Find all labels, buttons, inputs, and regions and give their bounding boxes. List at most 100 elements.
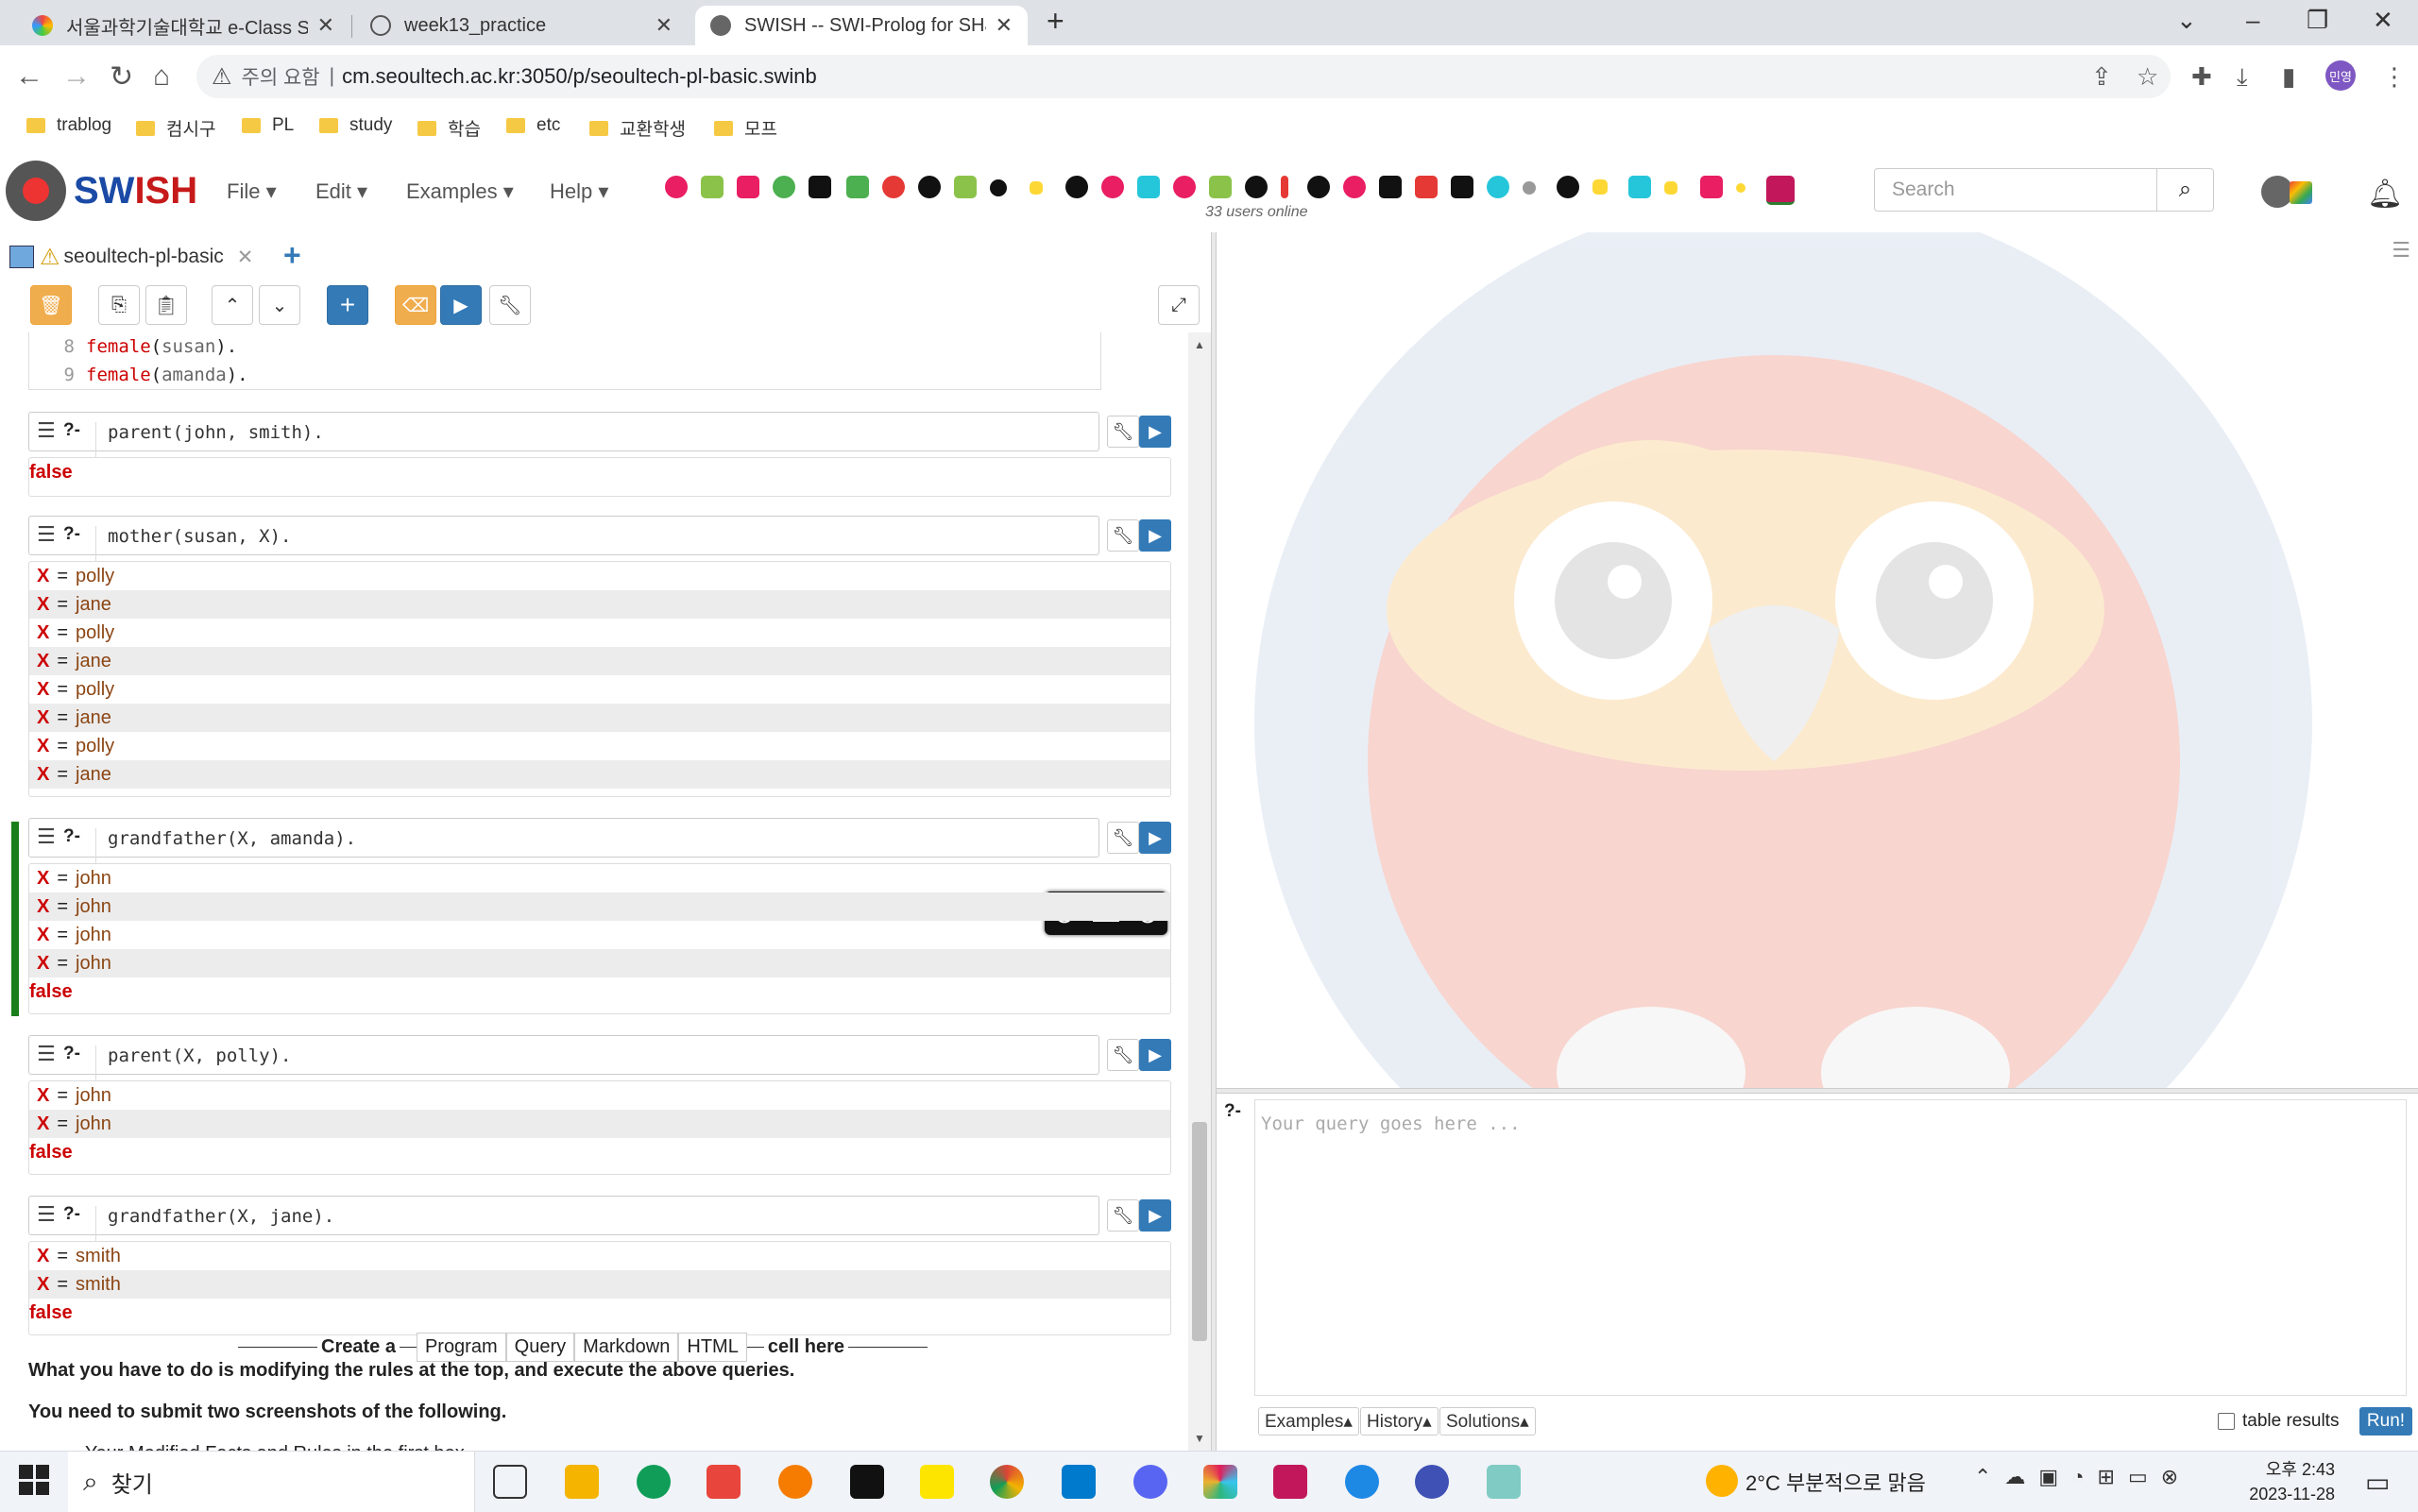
query-code[interactable]: grandfather(X, amanda). <box>95 828 1097 864</box>
vscode-icon[interactable] <box>1062 1465 1096 1499</box>
table-results-toggle[interactable]: table results <box>2218 1411 2339 1432</box>
user-avatar[interactable] <box>665 176 688 198</box>
kakaotalk-icon[interactable] <box>920 1465 954 1499</box>
tab-search-chevron-icon[interactable]: ⌄ <box>2176 6 2197 35</box>
menu-help[interactable]: Help ▾ <box>550 179 608 204</box>
user-avatar[interactable] <box>1245 176 1268 198</box>
add-tab-plus-icon[interactable]: + <box>283 238 301 273</box>
query-settings-wrench-icon[interactable]: 🔧︎ <box>1107 1039 1139 1071</box>
user-avatar[interactable] <box>1307 176 1330 198</box>
slack-icon[interactable] <box>1203 1465 1237 1499</box>
run-query-play-icon[interactable]: ▶ <box>1139 416 1171 448</box>
user-avatar[interactable] <box>846 176 869 198</box>
notepad-icon[interactable] <box>1487 1465 1521 1499</box>
clear-eraser-icon[interactable]: ⌫ <box>395 285 436 325</box>
edge-icon[interactable] <box>637 1465 671 1499</box>
cell-menu-hamburger-icon[interactable]: ☰ <box>37 1202 56 1227</box>
run-query-play-icon[interactable]: ▶ <box>1139 1199 1171 1232</box>
create-query-cell-button[interactable]: Query <box>505 1332 575 1362</box>
menu-examples[interactable]: Examples ▾ <box>406 179 514 204</box>
bookmark-folder[interactable]: 교환학생 <box>589 115 686 141</box>
close-window-icon[interactable]: ✕ <box>2373 6 2393 35</box>
close-tab-icon[interactable]: ✕ <box>237 246 254 269</box>
bookmark-folder[interactable]: 컴시구 <box>136 115 215 141</box>
run-query-play-icon[interactable]: ▶ <box>1139 1039 1171 1071</box>
create-markdown-cell-button[interactable]: Markdown <box>574 1332 679 1362</box>
move-up-chevron-icon[interactable]: ⌃ <box>212 285 253 325</box>
app-store-icon[interactable] <box>1345 1465 1379 1499</box>
address-bar[interactable]: ⚠ 주의 요함 | cm.seoultech.ac.kr:3050/p/seou… <box>196 55 2171 98</box>
run-query-play-icon[interactable]: ▶ <box>1139 519 1171 552</box>
query-code[interactable]: parent(X, polly). <box>95 1045 1097 1081</box>
reload-icon[interactable]: ↻ <box>110 60 133 93</box>
query-code[interactable]: mother(susan, X). <box>95 526 1097 562</box>
chrome-icon[interactable] <box>990 1465 1024 1499</box>
bookmark-folder[interactable]: 모프 <box>714 115 777 141</box>
paste-cell-icon[interactable]: 📋︎ <box>145 285 187 325</box>
user-avatar[interactable] <box>1030 181 1043 195</box>
windows-start-icon[interactable] <box>19 1465 49 1495</box>
intellij-icon[interactable] <box>1273 1465 1307 1499</box>
user-avatar[interactable] <box>1766 176 1795 205</box>
query-settings-wrench-icon[interactable]: 🔧︎ <box>1107 519 1139 552</box>
url-text[interactable]: cm.seoultech.ac.kr:3050/p/seoultech-pl-b… <box>342 64 817 89</box>
taskbar-search[interactable]: ⌕ 찾기 <box>68 1452 475 1512</box>
query-cell-header[interactable]: ☰ ?- mother(susan, X). <box>28 516 1099 562</box>
menu-file[interactable]: File ▾ <box>227 179 277 204</box>
minimize-icon[interactable]: – <box>2246 6 2259 35</box>
user-avatar[interactable] <box>1700 176 1723 198</box>
settings-wrench-icon[interactable]: 🔧︎ <box>489 285 531 325</box>
notification-bell-icon[interactable]: 🔔︎ <box>2367 178 2403 211</box>
download-icon[interactable]: ⤓ <box>2237 62 2248 93</box>
scroll-down-arrow-icon[interactable]: ▼ <box>1194 1432 1205 1445</box>
close-tab-icon[interactable]: ✕ <box>656 13 673 38</box>
app-icon[interactable] <box>707 1465 741 1499</box>
fullscreen-expand-icon[interactable]: ⤢ <box>1158 285 1200 325</box>
system-tray-icons[interactable]: ⌃☁▣◔⊞▭⊗ <box>1974 1465 2191 1489</box>
extensions-puzzle-icon[interactable]: ✚ <box>2191 62 2212 92</box>
kebab-menu-icon[interactable]: ⋮ <box>2382 62 2407 92</box>
clock[interactable]: 오후 2:43 2023-11-28 <box>2240 1457 2335 1506</box>
run-query-button[interactable]: Run! <box>2359 1407 2412 1436</box>
user-avatar[interactable] <box>1137 176 1160 198</box>
security-status[interactable]: 주의 요함 <box>242 62 320 91</box>
menu-edit[interactable]: Edit ▾ <box>315 179 367 204</box>
close-tab-icon[interactable]: ✕ <box>317 13 334 38</box>
share-icon[interactable]: ⇪ <box>2091 62 2112 92</box>
notification-center-icon[interactable]: ▭ <box>2365 1467 2390 1498</box>
user-avatar[interactable] <box>701 176 724 198</box>
cell-menu-hamburger-icon[interactable]: ☰ <box>37 824 56 849</box>
user-avatar[interactable] <box>1101 176 1124 198</box>
move-down-chevron-icon[interactable]: ⌄ <box>259 285 300 325</box>
swish-brand[interactable]: SWISH <box>74 170 197 212</box>
user-avatar[interactable] <box>809 176 831 198</box>
browser-tab-eclass[interactable]: 서울과학기술대학교 e-Class Sys ✕ <box>17 6 349 45</box>
cell-menu-hamburger-icon[interactable]: ☰ <box>37 522 56 547</box>
user-avatar[interactable] <box>1664 181 1677 195</box>
file-explorer-icon[interactable] <box>565 1465 599 1499</box>
new-tab-button[interactable]: + <box>1047 4 1064 39</box>
query-input[interactable]: Your query goes here ... <box>1254 1099 2407 1396</box>
examples-dropdown-button[interactable]: Examples▴ <box>1258 1407 1359 1436</box>
weather-status[interactable]: 2°C 부분적으로 맑음 <box>1745 1467 1926 1497</box>
query-settings-wrench-icon[interactable]: 🔧︎ <box>1107 1199 1139 1232</box>
user-avatar[interactable] <box>918 176 941 198</box>
home-icon[interactable]: ⌂ <box>153 60 170 93</box>
eclipse-icon[interactable] <box>1415 1465 1449 1499</box>
google-login-icon[interactable] <box>2290 181 2312 204</box>
tab-seoultech-pl-basic[interactable]: ⚠ seoultech-pl-basic ✕ <box>9 236 253 278</box>
user-avatar[interactable] <box>1065 176 1088 198</box>
program-cell[interactable]: 8 female(susan). 9 female(amanda). <box>28 332 1101 390</box>
side-panel-icon[interactable]: ▮ <box>2282 62 2295 92</box>
insert-cell-plus-icon[interactable]: + <box>327 285 368 325</box>
query-settings-wrench-icon[interactable]: 🔧︎ <box>1107 822 1139 854</box>
browser-tab-swish[interactable]: SWISH -- SWI-Prolog for SHari ✕ <box>695 6 1028 45</box>
user-avatar[interactable] <box>1379 176 1402 198</box>
swish-settings-gear-icon[interactable] <box>2261 176 2293 208</box>
browser-tab-week13[interactable]: week13_practice ✕ <box>355 6 688 45</box>
restore-icon[interactable]: ❐ <box>2307 6 2328 35</box>
user-avatar[interactable] <box>1557 176 1579 198</box>
create-program-cell-button[interactable]: Program <box>416 1332 506 1362</box>
user-avatar[interactable] <box>1209 176 1232 198</box>
user-avatar[interactable] <box>773 176 795 198</box>
